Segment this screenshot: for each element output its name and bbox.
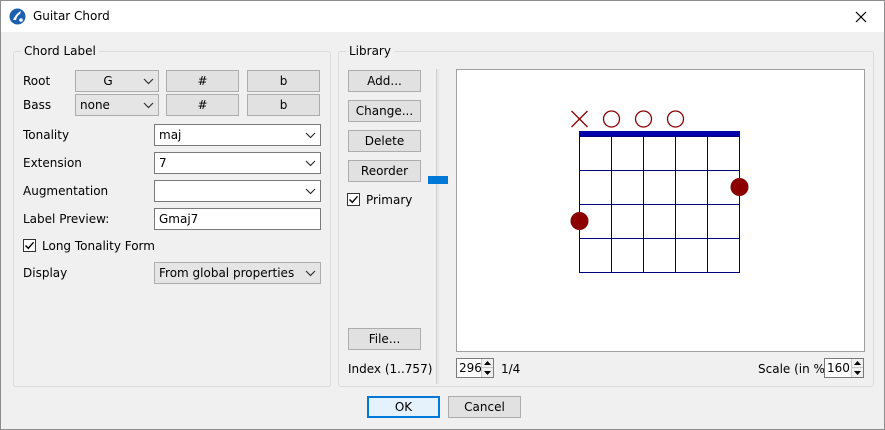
close-button[interactable]: [838, 1, 884, 32]
long-tonality-label: Long Tonality Form: [42, 239, 155, 253]
library-group-title: Library: [346, 44, 394, 58]
change-button[interactable]: Change...: [348, 100, 421, 122]
title-bar: Guitar Chord: [1, 1, 884, 32]
primary-checkbox[interactable]: [347, 193, 360, 206]
bass-flat-button[interactable]: b: [247, 94, 320, 116]
chevron-down-icon: [305, 132, 316, 139]
scale-label: Scale (in %): [758, 362, 830, 376]
bass-label: Bass: [23, 98, 52, 112]
augmentation-select[interactable]: [154, 180, 321, 202]
delete-button[interactable]: Delete: [348, 130, 421, 152]
scale-spin-buttons[interactable]: [851, 359, 863, 377]
checkmark-icon: [349, 195, 359, 204]
augmentation-label: Augmentation: [23, 184, 109, 198]
index-value: 296: [459, 361, 482, 375]
open-string-marker: [602, 110, 621, 128]
triangle-up-icon: [854, 361, 861, 365]
root-select[interactable]: G: [75, 70, 159, 92]
window-title: Guitar Chord: [33, 9, 110, 23]
triangle-down-icon: [484, 370, 491, 375]
close-icon: [855, 11, 867, 22]
root-label: Root: [23, 74, 51, 88]
cancel-button[interactable]: Cancel: [448, 396, 521, 418]
finger-dot: [730, 178, 749, 196]
guitar-chord-dialog: Guitar Chord Chord Label Root G # b Bass…: [0, 0, 885, 430]
display-label: Display: [23, 266, 68, 280]
library-slider-track[interactable]: [436, 69, 439, 384]
chevron-down-icon: [143, 102, 154, 109]
root-value: G: [103, 74, 113, 88]
bass-sharp-button[interactable]: #: [166, 94, 239, 116]
chord-nut: [579, 131, 740, 136]
triangle-up-icon: [484, 361, 491, 365]
index-page: 1/4: [501, 362, 521, 376]
extension-select[interactable]: 7: [154, 152, 321, 174]
primary-label: Primary: [366, 193, 413, 207]
spin-up-button[interactable]: [482, 359, 493, 368]
spin-down-button[interactable]: [482, 368, 493, 377]
label-preview-value: Gmaj7: [159, 212, 199, 226]
open-string-marker: [634, 110, 653, 128]
open-string-marker: [666, 110, 685, 128]
display-select[interactable]: From global properties: [154, 262, 321, 284]
label-preview-label: Label Preview:: [23, 212, 110, 226]
library-slider-thumb[interactable]: [428, 176, 448, 184]
display-value: From global properties: [159, 266, 295, 280]
root-flat-button[interactable]: b: [247, 70, 320, 92]
index-spinner[interactable]: 296: [456, 358, 494, 378]
spin-up-button[interactable]: [852, 359, 863, 368]
app-logo-icon: [9, 8, 26, 25]
ok-button[interactable]: OK: [367, 396, 440, 418]
root-sharp-button[interactable]: #: [166, 70, 239, 92]
bass-value: none: [80, 98, 110, 112]
spin-down-button[interactable]: [852, 368, 863, 377]
add-button[interactable]: Add...: [348, 70, 421, 92]
chord-diagram: [570, 110, 749, 273]
extension-label: Extension: [23, 156, 82, 170]
label-preview-field[interactable]: Gmaj7: [154, 208, 321, 230]
checkmark-icon: [25, 241, 35, 250]
long-tonality-checkbox[interactable]: [23, 239, 36, 252]
tonality-label: Tonality: [23, 128, 70, 142]
scale-spinner[interactable]: 160: [824, 358, 864, 378]
scale-value: 160: [827, 361, 850, 375]
chord-label-group-title: Chord Label: [21, 44, 99, 58]
file-button[interactable]: File...: [348, 328, 421, 350]
tonality-value: maj: [159, 128, 182, 142]
tonality-select[interactable]: maj: [154, 124, 321, 146]
chevron-down-icon: [305, 270, 316, 277]
chevron-down-icon: [305, 188, 316, 195]
index-spin-buttons[interactable]: [481, 359, 493, 377]
extension-value: 7: [159, 156, 167, 170]
bass-select[interactable]: none: [75, 94, 159, 116]
index-label: Index (1..757): [348, 362, 433, 376]
finger-dot: [570, 212, 589, 230]
triangle-down-icon: [854, 370, 861, 375]
muted-string-marker: [571, 110, 588, 128]
chevron-down-icon: [305, 160, 316, 167]
chevron-down-icon: [143, 78, 154, 85]
reorder-button[interactable]: Reorder: [348, 160, 421, 182]
chord-diagram-canvas: [456, 69, 865, 352]
